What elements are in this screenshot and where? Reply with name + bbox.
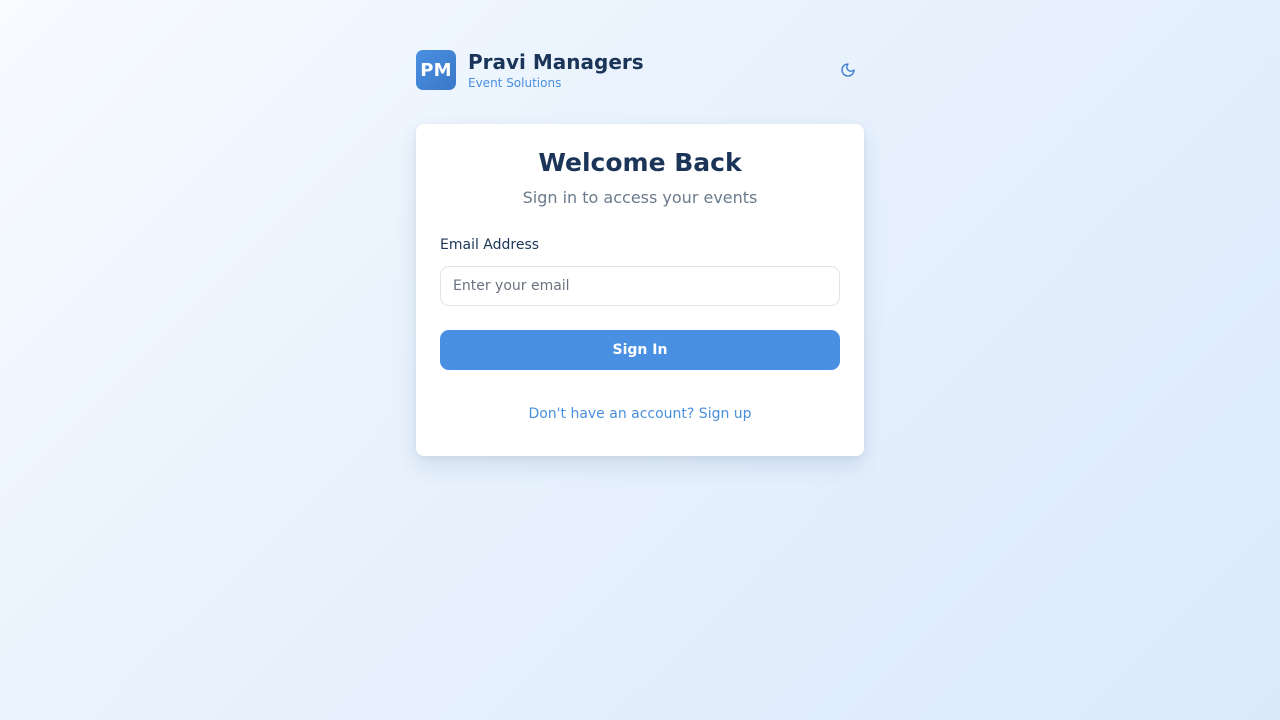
moon-icon: [841, 63, 855, 77]
brand-name: Pravi Managers: [468, 49, 644, 74]
app-header: PM Pravi Managers Event Solutions: [416, 50, 864, 90]
brand-tagline: Event Solutions: [468, 75, 562, 90]
login-card: Welcome Back Sign in to access your even…: [416, 124, 864, 456]
email-field[interactable]: [440, 266, 840, 306]
sign-up-link[interactable]: Don't have an account? Sign up: [440, 406, 840, 422]
login-subtitle: Sign in to access your events: [522, 188, 758, 207]
theme-toggle-button[interactable]: [836, 58, 860, 82]
email-label: Email Address: [440, 237, 540, 253]
brand-logo: PM: [416, 50, 456, 90]
login-title: Welcome Back: [538, 148, 742, 177]
sign-in-button[interactable]: Sign In: [440, 330, 840, 370]
brand-block: Pravi Managers Event Solutions: [468, 50, 644, 91]
login-page: PM Pravi Managers Event Solutions Welcom…: [416, 50, 864, 456]
